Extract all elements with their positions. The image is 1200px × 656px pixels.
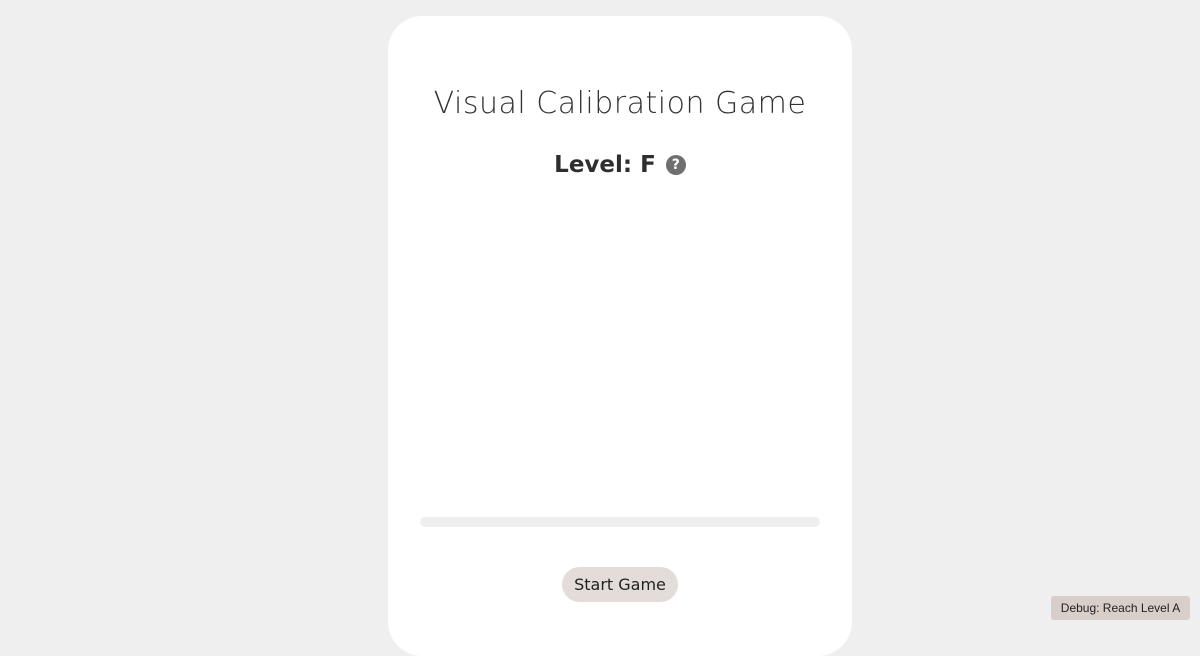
level-indicator: Level: F ? (388, 152, 852, 178)
game-title: Visual Calibration Game (433, 86, 807, 121)
debug-reach-level-a-button[interactable]: Debug: Reach Level A (1051, 596, 1190, 620)
game-area[interactable] (420, 206, 820, 506)
progress-bar (420, 517, 820, 527)
help-icon[interactable]: ? (665, 155, 686, 175)
game-card: Visual Calibration Game Level: F ? Start… (388, 16, 852, 656)
level-label: Level: F (554, 152, 656, 178)
start-game-button[interactable]: Start Game (562, 567, 678, 602)
